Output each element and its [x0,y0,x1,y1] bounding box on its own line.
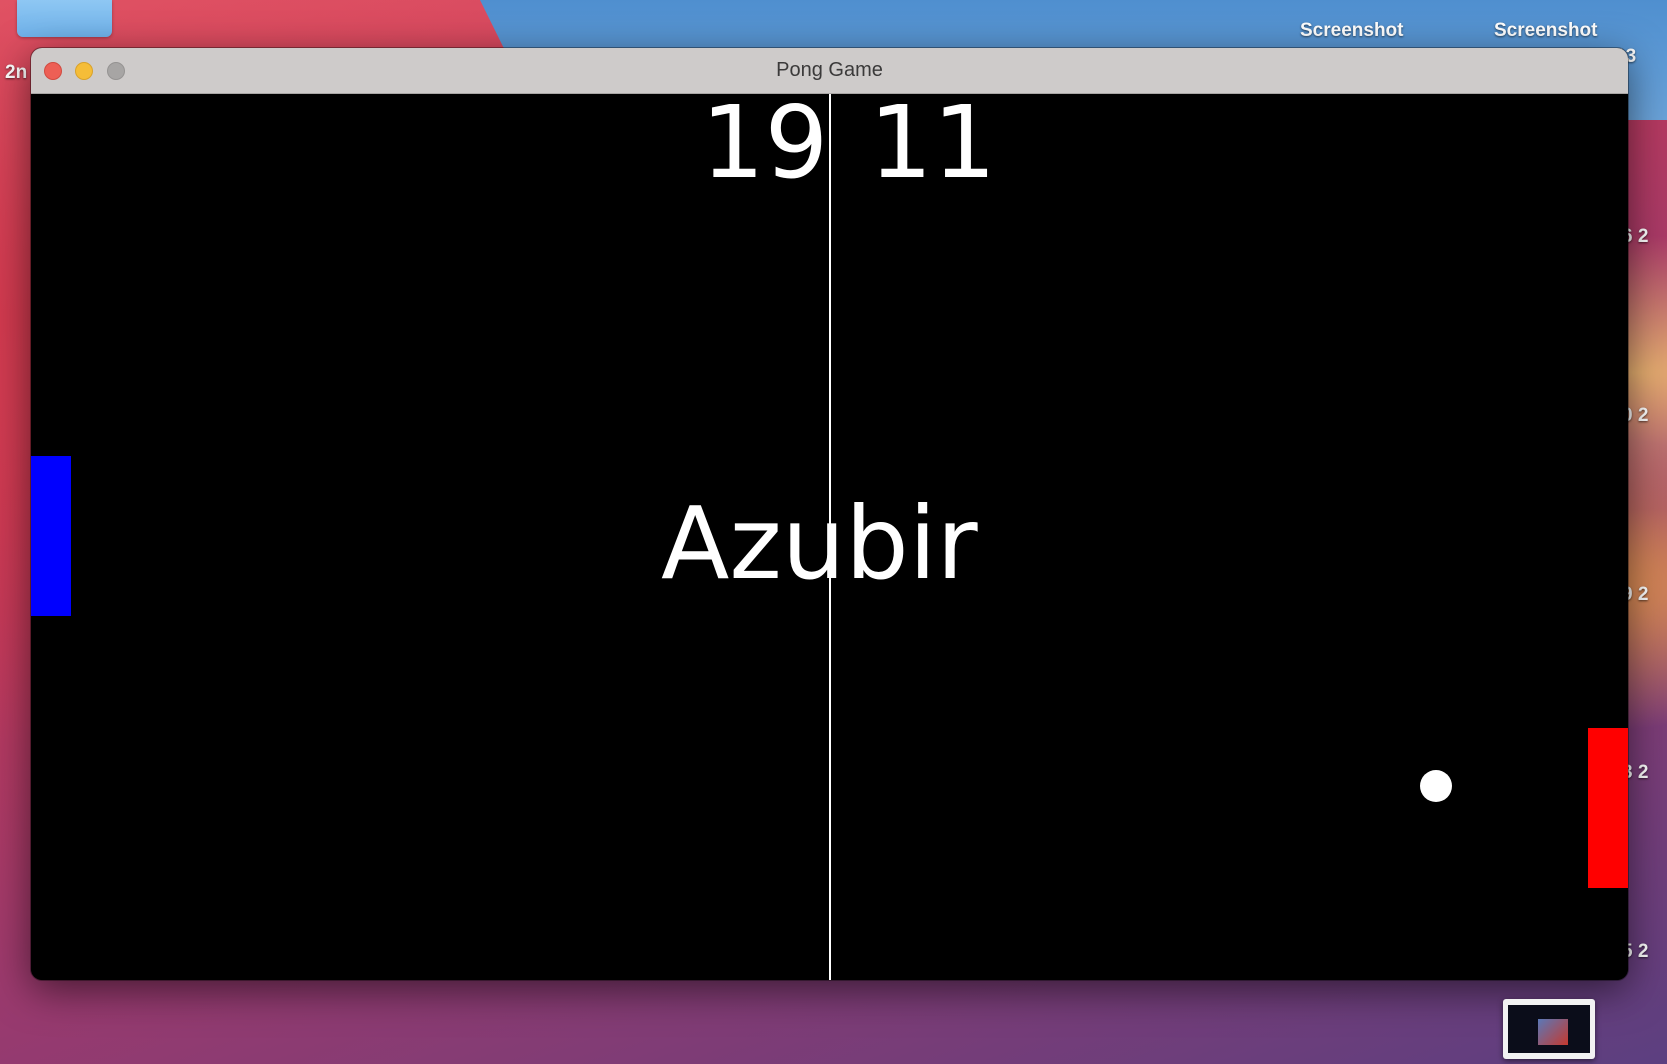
desktop-screenshot-label[interactable]: Screenshot [1300,20,1403,42]
game-canvas[interactable]: 19 11 Azubir [31,88,1628,980]
window-title: Pong Game [776,59,883,81]
thumbnail-image-icon [1538,1019,1568,1045]
screenshot-thumbnail[interactable] [1503,999,1595,1059]
desktop-screenshot-label[interactable]: Screenshot [1494,20,1597,42]
pong-window: Pong Game 19 11 Azubir [31,48,1628,980]
window-titlebar[interactable]: Pong Game [31,48,1628,94]
ball [1420,770,1452,802]
center-player-name: Azubir [661,485,978,602]
desktop-item-label[interactable]: 2n [5,62,27,84]
left-paddle [31,456,71,616]
desktop-folder-icon[interactable] [17,0,112,37]
left-player-score: 19 [701,84,829,201]
thumbnail-preview [1508,1005,1590,1053]
right-paddle [1588,728,1628,888]
right-player-score: 11 [869,84,997,201]
